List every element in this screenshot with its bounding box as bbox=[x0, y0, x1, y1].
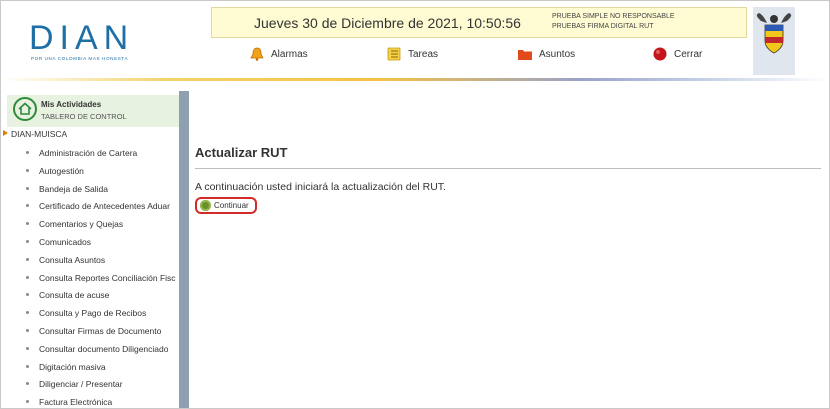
sidebar-item[interactable]: Consulta Asuntos bbox=[23, 254, 179, 272]
bell-icon bbox=[250, 47, 264, 61]
sidebar-item[interactable]: Consultar documento Diligenciado bbox=[23, 343, 179, 361]
sidebar-scrollbar[interactable] bbox=[179, 91, 189, 408]
nav-alarmas-label: Alarmas bbox=[271, 48, 308, 60]
sidebar: Mis Actividades TABLERO DE CONTROL DIAN-… bbox=[1, 91, 179, 408]
coat-of-arms-icon bbox=[756, 13, 792, 54]
tree-root-dian-muisca[interactable]: DIAN-MUISCA bbox=[3, 129, 68, 139]
sidebar-item[interactable]: Consultar Firmas de Documento bbox=[23, 325, 179, 343]
sidebar-item[interactable]: Diligenciar / Presentar bbox=[23, 378, 179, 396]
sidebar-item[interactable]: Bandeja de Salida bbox=[23, 183, 179, 201]
sidebar-item[interactable]: Consulta y Pago de Recibos bbox=[23, 307, 179, 325]
power-off-icon bbox=[653, 47, 667, 61]
logo-text: DIAN bbox=[29, 19, 135, 57]
page-title: Actualizar RUT bbox=[195, 145, 288, 160]
task-list-icon bbox=[387, 47, 401, 61]
logo-tagline: POR UNA COLOMBIA MAS HONESTA bbox=[31, 56, 129, 61]
nav-tareas-label: Tareas bbox=[408, 48, 439, 60]
sidebar-item[interactable]: Consulta Reportes Conciliación Fisc bbox=[23, 272, 179, 290]
sidebar-item[interactable]: Digitación masiva bbox=[23, 361, 179, 379]
sidebar-item[interactable]: Comunicados bbox=[23, 236, 179, 254]
dian-logo[interactable]: DIAN POR UNA COLOMBIA MAS HONESTA bbox=[25, 19, 165, 67]
continuar-button[interactable]: Continuar bbox=[195, 197, 257, 214]
sidebar-subtitle: TABLERO DE CONTROL bbox=[41, 112, 127, 121]
sidebar-item[interactable]: Autogestión bbox=[23, 165, 179, 183]
sidebar-title: Mis Actividades bbox=[41, 100, 102, 109]
colombia-coat-of-arms bbox=[753, 7, 795, 75]
go-icon bbox=[200, 200, 211, 211]
sidebar-item[interactable]: Comentarios y Quejas bbox=[23, 218, 179, 236]
continuar-button-label: Continuar bbox=[214, 201, 249, 210]
sidebar-menu: Administración de Cartera Autogestión Ba… bbox=[23, 147, 179, 408]
expand-arrow-icon bbox=[3, 130, 8, 136]
app-window: DIAN POR UNA COLOMBIA MAS HONESTA Jueves… bbox=[0, 0, 830, 409]
notice-line-2: PRUEBAS FIRMA DIGITAL RUT bbox=[552, 23, 654, 30]
title-divider bbox=[195, 168, 821, 169]
nav-tareas[interactable]: Tareas bbox=[386, 45, 438, 63]
header-divider bbox=[1, 78, 829, 81]
info-message: A continuación usted iniciará la actuali… bbox=[195, 181, 446, 193]
tree-root-label: DIAN-MUISCA bbox=[11, 129, 68, 139]
folder-icon bbox=[518, 50, 532, 60]
current-datetime: Jueves 30 de Diciembre de 2021, 10:50:56 bbox=[254, 15, 521, 31]
notice-line-1: PRUEBA SIMPLE NO RESPONSABLE bbox=[552, 13, 675, 20]
nav-asuntos[interactable]: Asuntos bbox=[517, 45, 575, 63]
home-icon bbox=[13, 97, 37, 121]
sidebar-item[interactable]: Factura Electrónica bbox=[23, 396, 179, 408]
sidebar-item[interactable]: Consulta de acuse bbox=[23, 289, 179, 307]
nav-cerrar[interactable]: Cerrar bbox=[652, 45, 702, 63]
sidebar-item[interactable]: Certificado de Antecedentes Aduar bbox=[23, 200, 179, 218]
nav-asuntos-label: Asuntos bbox=[539, 48, 576, 60]
nav-alarmas[interactable]: Alarmas bbox=[249, 45, 308, 63]
main-content: Actualizar RUT A continuación usted inic… bbox=[191, 91, 829, 408]
date-banner: Jueves 30 de Diciembre de 2021, 10:50:56… bbox=[211, 7, 747, 38]
mis-actividades-header[interactable]: Mis Actividades TABLERO DE CONTROL bbox=[7, 95, 179, 127]
nav-cerrar-label: Cerrar bbox=[674, 48, 703, 60]
sidebar-item[interactable]: Administración de Cartera bbox=[23, 147, 179, 165]
header: DIAN POR UNA COLOMBIA MAS HONESTA Jueves… bbox=[1, 1, 829, 78]
environment-notice: PRUEBA SIMPLE NO RESPONSABLE PRUEBAS FIR… bbox=[552, 12, 675, 32]
